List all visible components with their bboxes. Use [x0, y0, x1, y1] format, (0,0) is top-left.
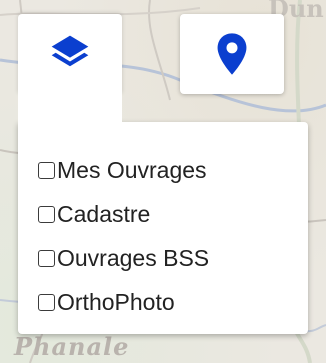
layer-item-ouvrages-bss[interactable]: Ouvrages BSS	[38, 236, 209, 280]
layer-label: Cadastre	[57, 200, 151, 227]
layer-item-mes-ouvrages[interactable]: Mes Ouvrages	[38, 148, 209, 192]
layer-checkbox-cadastre[interactable]	[38, 205, 55, 223]
layers-button[interactable]	[18, 14, 122, 94]
layer-label: OrthoPhoto	[57, 288, 175, 315]
layer-checkbox-ouvrages-bss[interactable]	[38, 249, 55, 267]
layers-list: Mes Ouvrages Cadastre Ouvrages BSS Ortho…	[38, 148, 209, 324]
layers-icon	[51, 35, 89, 67]
layer-label: Mes Ouvrages	[57, 156, 207, 183]
layer-label: Ouvrages BSS	[57, 244, 210, 271]
layers-button-tab	[18, 92, 122, 126]
layer-item-cadastre[interactable]: Cadastre	[38, 192, 209, 236]
layers-dropdown: Mes Ouvrages Cadastre Ouvrages BSS Ortho…	[18, 122, 308, 334]
location-button[interactable]	[180, 14, 284, 94]
layer-control: Mes Ouvrages Cadastre Ouvrages BSS Ortho…	[12, 14, 318, 352]
layer-checkbox-orthophoto[interactable]	[38, 293, 55, 311]
layer-checkbox-mes-ouvrages[interactable]	[38, 161, 55, 179]
map-marker-icon	[217, 33, 247, 75]
layer-item-orthophoto[interactable]: OrthoPhoto	[38, 280, 209, 324]
